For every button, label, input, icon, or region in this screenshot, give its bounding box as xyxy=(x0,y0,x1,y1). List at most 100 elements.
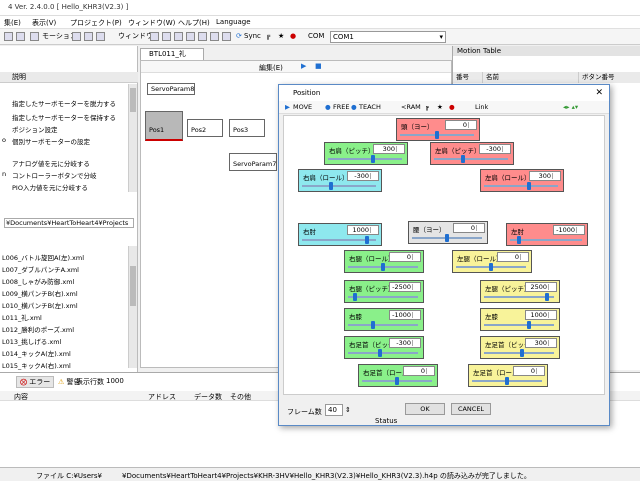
servo-value-input[interactable]: 0 xyxy=(453,223,485,233)
servo-value-input[interactable]: 0 xyxy=(403,366,435,376)
servo-slider-knob[interactable] xyxy=(371,155,375,163)
servo-slider-knob[interactable] xyxy=(527,321,531,329)
servo-slider-knob[interactable] xyxy=(435,131,439,139)
servo-slider-knob[interactable] xyxy=(353,293,357,301)
frames-input[interactable]: 40 xyxy=(325,404,343,416)
servo-slider-knob[interactable] xyxy=(517,236,521,244)
tool2-icon[interactable] xyxy=(162,31,171,42)
servo-slider-track[interactable] xyxy=(302,185,376,187)
frames-spinner-icon[interactable]: ⇕ xyxy=(345,406,351,414)
servo-slider-knob[interactable] xyxy=(489,263,493,271)
file-item[interactable]: L007_ダブルパンチA.xml xyxy=(2,264,79,274)
servo-control[interactable]: 左足首（ピッチ） 300 xyxy=(480,336,560,359)
show-rows-value[interactable]: 1000 xyxy=(106,377,124,385)
pin-icon[interactable]: ╔ xyxy=(425,103,429,111)
servo-value-input[interactable]: 300 xyxy=(373,144,405,154)
servo-value-input[interactable]: 1000 xyxy=(347,225,379,235)
close-icon[interactable]: ✕ xyxy=(595,85,603,101)
save-icon[interactable] xyxy=(84,31,93,42)
project-path[interactable]: ¥Documents¥HeartToHeart4¥Projects xyxy=(4,218,134,228)
record-icon[interactable]: ● xyxy=(449,103,455,111)
node-servoparam7[interactable]: ServoParam7 xyxy=(229,153,277,171)
servo-control[interactable]: 右足首（ロール） 0 xyxy=(358,364,438,387)
servo-control[interactable]: 右肩（ピッチ） 300 xyxy=(324,142,408,165)
ram-button[interactable]: <RAM xyxy=(401,103,421,111)
file-item[interactable]: L013_挑しげる.xml xyxy=(2,336,61,346)
new-icon[interactable] xyxy=(4,31,13,42)
desc-item[interactable]: コントローラーボタンで分岐 xyxy=(12,170,97,180)
desc-item[interactable]: アナログ値を元に分岐する xyxy=(12,158,90,168)
node-pos2[interactable]: Pos2 xyxy=(187,119,223,137)
menu-edit[interactable]: 集(E) xyxy=(4,18,21,28)
servo-control[interactable]: 右肩（ロール） -300 xyxy=(298,169,382,192)
menu-window[interactable]: ウィンドウ(W) xyxy=(128,18,175,28)
tab-btl011[interactable]: BTL011_礼 xyxy=(140,48,204,60)
servo-slider-track[interactable] xyxy=(484,352,554,354)
servo-slider-knob[interactable] xyxy=(381,263,385,271)
file-item[interactable]: L011_礼.xml xyxy=(2,312,42,322)
file-item[interactable]: L014_キックA(左).xml xyxy=(2,348,71,358)
com-select[interactable]: COM1 ▾ xyxy=(330,31,446,43)
servo-control[interactable]: 右膝 -1000 xyxy=(344,308,424,331)
servo-slider-knob[interactable] xyxy=(378,349,382,357)
menu-help[interactable]: ヘルプ(H) xyxy=(178,18,210,28)
servo-slider-track[interactable] xyxy=(484,185,558,187)
file-item[interactable]: L008_しゃがみ防御.xml xyxy=(2,276,74,286)
servo-value-input[interactable]: -1000 xyxy=(389,310,421,320)
node-pos3[interactable]: Pos3 xyxy=(229,119,265,137)
servo-slider-track[interactable] xyxy=(434,158,508,160)
servo-slider-knob[interactable] xyxy=(461,155,465,163)
servo-control[interactable]: 左肘 -1000 xyxy=(506,223,588,246)
desc-item[interactable]: 個別サーボモーターの設定 xyxy=(12,136,90,146)
ok-button[interactable]: OK xyxy=(405,403,445,415)
servo-slider-knob[interactable] xyxy=(329,182,333,190)
copy-icon[interactable] xyxy=(72,31,81,42)
arrows-icon[interactable]: ◂▸ ▴▾ xyxy=(563,103,578,111)
servo-control[interactable]: 左足首（ロール） 0 xyxy=(468,364,548,387)
servo-control[interactable]: 左肩（ロール） 300 xyxy=(480,169,564,192)
open-icon[interactable] xyxy=(16,31,25,42)
menu-view[interactable]: 表示(V) xyxy=(32,18,56,28)
servo-slider-track[interactable] xyxy=(348,324,418,326)
servo-value-input[interactable]: 2500 xyxy=(525,282,557,292)
file-item[interactable]: L015_キックA(右).xml xyxy=(2,360,71,370)
servo-slider-knob[interactable] xyxy=(527,182,531,190)
servo-value-input[interactable]: 300 xyxy=(529,171,561,181)
servo-slider-knob[interactable] xyxy=(365,236,369,244)
desc-scrollbar[interactable] xyxy=(128,84,137,192)
servo-slider-track[interactable] xyxy=(328,158,402,160)
star-icon[interactable]: ★ xyxy=(437,103,443,111)
servo-slider-knob[interactable] xyxy=(545,293,549,301)
servo-value-input[interactable]: 1000 xyxy=(525,310,557,320)
servo-value-input[interactable]: -300 xyxy=(389,338,421,348)
cancel-button[interactable]: CANCEL xyxy=(451,403,491,415)
servo-slider-track[interactable] xyxy=(484,296,554,298)
sync-button[interactable]: Sync xyxy=(244,31,261,42)
servo-value-input[interactable]: 0 xyxy=(513,366,545,376)
desc-item[interactable]: 指定したサーボモーターを脱力する xyxy=(12,98,116,108)
record-icon[interactable]: ● xyxy=(290,31,296,42)
free-button[interactable]: FREE xyxy=(333,103,349,111)
star-icon[interactable]: ★ xyxy=(278,31,284,42)
servo-slider-knob[interactable] xyxy=(395,377,399,385)
servo-control[interactable]: 右肘 1000 xyxy=(298,223,382,246)
desc-item[interactable]: ポジション設定 xyxy=(12,124,58,134)
tool5-icon[interactable] xyxy=(198,31,207,42)
servo-control[interactable]: 左腿（ロール） 0 xyxy=(452,250,532,273)
desc-item[interactable]: PIO入力値を元に分岐する xyxy=(12,182,88,192)
tool4-icon[interactable] xyxy=(186,31,195,42)
teach-button[interactable]: TEACH xyxy=(359,103,381,111)
tool7-icon[interactable] xyxy=(222,31,231,42)
servo-value-input[interactable]: -2500 xyxy=(389,282,421,292)
servo-control[interactable]: 頭（ヨー） 0 xyxy=(396,118,480,141)
servo-control[interactable]: 右足首（ピッチ） -300 xyxy=(344,336,424,359)
servo-slider-knob[interactable] xyxy=(505,377,509,385)
col-button[interactable]: ボタン番号 xyxy=(579,72,640,83)
servo-value-input[interactable]: -300 xyxy=(479,144,511,154)
stop-icon[interactable]: ■ xyxy=(315,62,322,70)
error-tab[interactable]: ⨂ エラー xyxy=(16,376,55,388)
servo-slider-track[interactable] xyxy=(348,296,418,298)
servo-slider-knob[interactable] xyxy=(520,349,524,357)
menu-language[interactable]: Language xyxy=(216,18,251,26)
servo-value-input[interactable]: 0 xyxy=(445,120,477,130)
